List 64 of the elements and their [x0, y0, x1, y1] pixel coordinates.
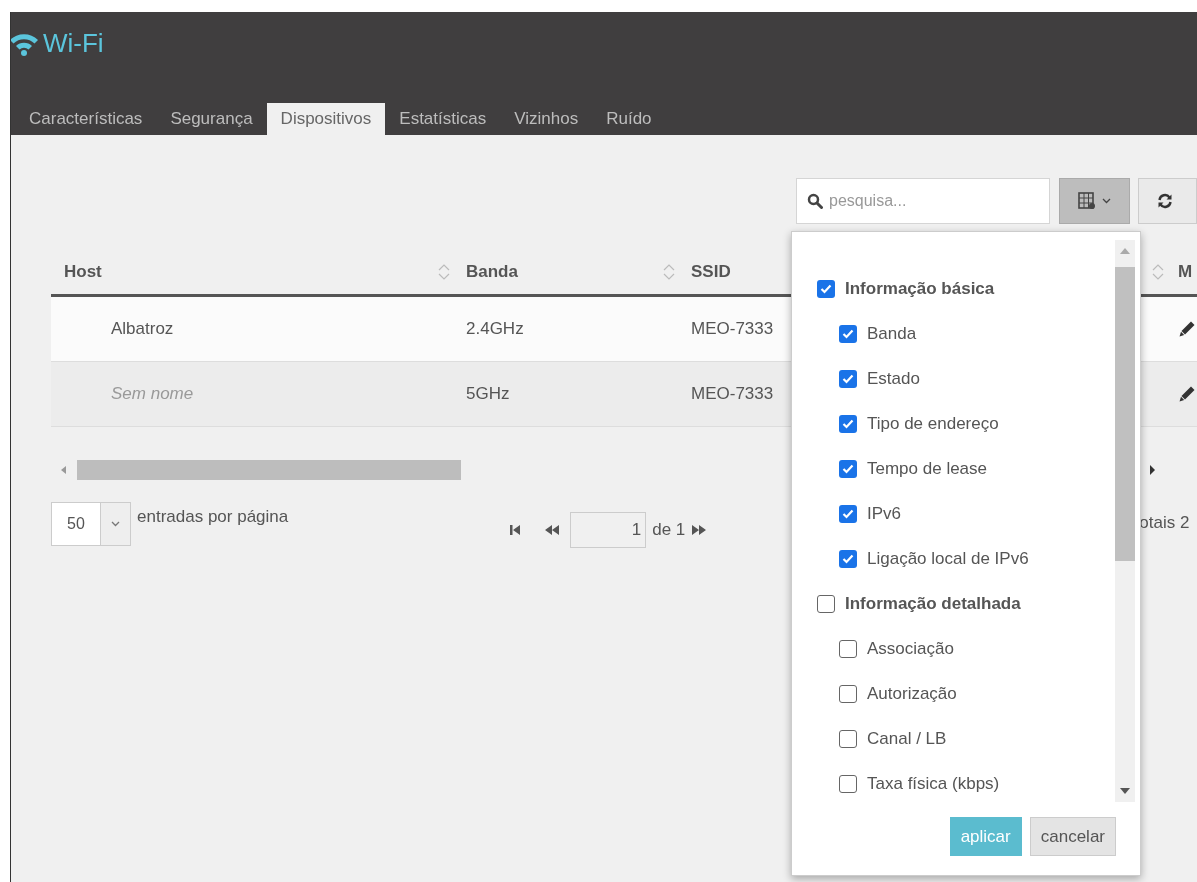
- edit-icon[interactable]: [1178, 320, 1196, 338]
- scroll-down-icon[interactable]: [1120, 788, 1130, 794]
- checkbox[interactable]: [839, 639, 857, 658]
- totals-text: otais 2: [1139, 512, 1190, 534]
- page-size-label: entradas por página: [137, 506, 289, 528]
- search-field[interactable]: pesquisa...: [796, 178, 1050, 224]
- page-count: de 1: [652, 519, 686, 542]
- checkbox[interactable]: [839, 369, 857, 388]
- edit-icon[interactable]: [1178, 385, 1196, 403]
- page-title: Wi-Fi: [43, 27, 104, 60]
- tab[interactable]: Segurança: [156, 103, 267, 135]
- checkbox[interactable]: [839, 684, 857, 703]
- checkbox[interactable]: [839, 459, 857, 478]
- scrollbar-thumb[interactable]: [77, 460, 461, 480]
- checkbox[interactable]: [839, 414, 857, 433]
- columns-button[interactable]: [1058, 178, 1131, 224]
- tab[interactable]: Ruído: [592, 103, 666, 135]
- refresh-icon: [1157, 193, 1174, 209]
- checkbox[interactable]: [839, 324, 857, 343]
- checkbox-label[interactable]: Autorização: [867, 680, 957, 707]
- checkbox[interactable]: [839, 774, 857, 793]
- checkbox-label[interactable]: IPv6: [867, 500, 902, 527]
- scroll-left-icon: [61, 466, 67, 474]
- checkbox-label[interactable]: Canal / LB: [867, 725, 947, 752]
- table-cell: MEO-7333: [691, 384, 774, 404]
- checkbox-label[interactable]: Informação detalhada: [845, 590, 1021, 617]
- column-header[interactable]: M: [1178, 258, 1193, 285]
- scroll-right-icon: [1150, 465, 1156, 475]
- checkbox-label[interactable]: Banda: [867, 320, 917, 347]
- cancel-button[interactable]: cancelar: [1029, 817, 1116, 856]
- column-header[interactable]: SSID: [691, 258, 731, 285]
- first-page-icon[interactable]: [508, 523, 523, 537]
- checkbox-label[interactable]: Estado: [867, 365, 920, 392]
- column-header[interactable]: Banda: [466, 258, 518, 285]
- checkbox[interactable]: [839, 729, 857, 748]
- page-size-select[interactable]: 50: [51, 502, 131, 546]
- table-cell: Albatroz: [111, 319, 174, 339]
- page-input[interactable]: 1: [570, 512, 647, 548]
- checkbox[interactable]: [817, 594, 835, 613]
- tab[interactable]: Vizinhos: [500, 103, 593, 135]
- checkbox-label[interactable]: Tempo de lease: [867, 455, 988, 482]
- tab[interactable]: Características: [15, 103, 157, 135]
- chevron-down-icon: [111, 521, 120, 527]
- refresh-button[interactable]: [1138, 178, 1197, 224]
- scrollbar-thumb[interactable]: [1115, 267, 1135, 561]
- column-header[interactable]: Host: [64, 258, 102, 285]
- tab[interactable]: Dispositivos: [266, 103, 386, 135]
- previous-page-icon[interactable]: [544, 523, 561, 537]
- columns-icon: [1078, 192, 1097, 210]
- tab[interactable]: Estatísticas: [385, 103, 501, 135]
- table-cell: 2.4GHz: [466, 319, 524, 339]
- checkbox[interactable]: [817, 279, 835, 298]
- search-icon: [807, 193, 823, 209]
- chevron-down-icon: [1102, 198, 1112, 204]
- search-input[interactable]: pesquisa...: [829, 189, 1029, 213]
- checkbox[interactable]: [839, 549, 857, 568]
- table-cell: MEO-7333: [691, 319, 774, 339]
- checkbox-label[interactable]: Associação: [867, 635, 954, 662]
- table-cell: Sem nome: [111, 384, 194, 404]
- table-cell: 5GHz: [466, 384, 510, 404]
- checkbox[interactable]: [839, 504, 857, 523]
- checkbox-label[interactable]: Ligação local de IPv6: [867, 545, 1029, 572]
- checkbox-label[interactable]: Taxa física (kbps): [867, 770, 1000, 797]
- next-page-icon[interactable]: [691, 523, 708, 537]
